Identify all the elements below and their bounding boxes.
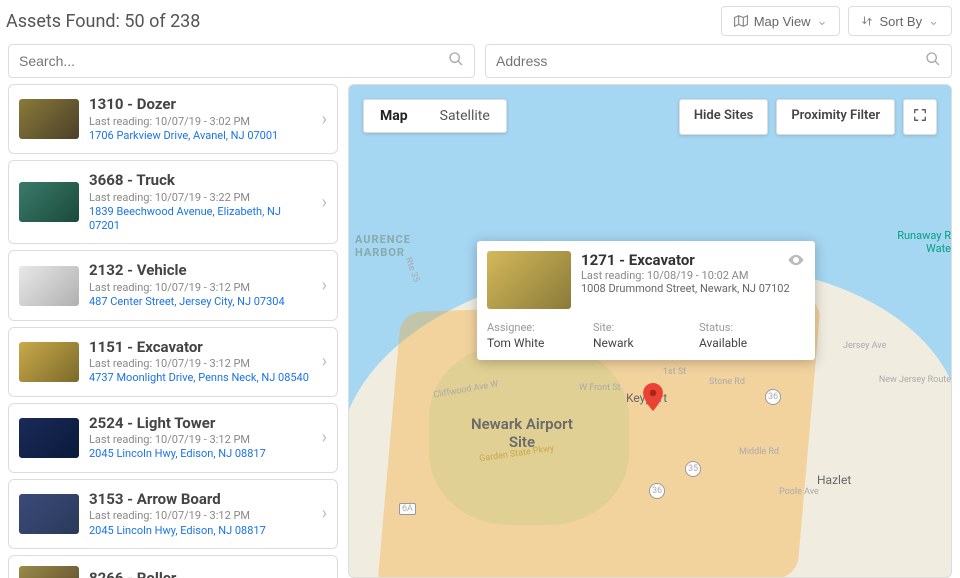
sort-icon [861, 15, 873, 27]
asset-thumbnail [19, 99, 79, 139]
page-title: Assets Found: 50 of 238 [6, 11, 200, 32]
asset-search-box[interactable] [8, 44, 475, 78]
route-shield: 6A [399, 503, 416, 515]
route-shield: 35 [685, 461, 701, 477]
map-label: Runaway R Wate [897, 229, 951, 255]
address-search-box[interactable] [485, 44, 952, 78]
hide-sites-button[interactable]: Hide Sites [679, 99, 768, 135]
asset-card[interactable]: 2524 - Light TowerLast reading: 10/07/19… [8, 403, 338, 473]
site-name-label: Newark Airport Site [471, 415, 573, 451]
sort-by-dropdown[interactable]: Sort By ⌄ [848, 6, 952, 36]
status-label: Status: [699, 321, 805, 334]
asset-card[interactable]: 8266 - RollerLast reading: 10/07/19 - 3:… [8, 555, 338, 578]
search-input[interactable] [19, 53, 448, 69]
proximity-filter-button[interactable]: Proximity Filter [776, 99, 895, 135]
asset-popup: 1271 - Excavator Last reading: 10/08/19 … [477, 241, 815, 360]
asset-reading: Last reading: 10/07/19 - 3:12 PM [89, 509, 312, 523]
map-label: Middle Rd [739, 447, 779, 457]
map-label: Jersey Ave [843, 341, 886, 351]
site-value: Newark [593, 336, 699, 350]
popup-address: 1008 Drummond Street, Newark, NJ 07102 [581, 282, 805, 295]
asset-title: 1310 - Dozer [89, 95, 312, 115]
asset-thumbnail [19, 566, 79, 578]
chevron-right-icon: › [322, 109, 327, 130]
status-value: Available [699, 336, 805, 350]
popup-thumbnail [487, 251, 571, 309]
asset-title: 3668 - Truck [89, 171, 312, 191]
asset-thumbnail [19, 182, 79, 222]
asset-title: 2524 - Light Tower [89, 414, 312, 434]
chevron-right-icon: › [322, 427, 327, 448]
assignee-value: Tom White [487, 336, 593, 350]
map-label: Hazlet [817, 473, 851, 487]
asset-thumbnail [19, 266, 79, 306]
chevron-right-icon: › [322, 192, 327, 213]
address-input[interactable] [496, 53, 925, 69]
asset-address[interactable]: 1839 Beechwood Avenue, Elizabeth, NJ 072… [89, 205, 312, 234]
map-label: W Front St [579, 383, 621, 393]
fullscreen-button[interactable] [903, 99, 937, 135]
chevron-right-icon: › [322, 275, 327, 296]
chevron-down-icon: ⌄ [817, 13, 828, 29]
route-shield: 36 [649, 483, 665, 499]
map-label: Rte 35 [403, 256, 421, 283]
asset-address[interactable]: 2045 Lincoln Hwy, Edison, NJ 08817 [89, 524, 312, 538]
asset-title: 3153 - Arrow Board [89, 490, 312, 510]
chevron-down-icon: ⌄ [928, 13, 939, 29]
asset-title: 8266 - Roller [89, 569, 312, 578]
asset-reading: Last reading: 10/07/19 - 3:12 PM [89, 433, 312, 447]
sort-by-label: Sort By [879, 14, 922, 29]
route-shield: 36 [765, 389, 781, 405]
map-pin[interactable] [643, 383, 663, 411]
eye-icon[interactable] [787, 251, 805, 273]
asset-reading: Last reading: 10/07/19 - 3:22 PM [89, 191, 312, 205]
popup-reading: Last reading: 10/08/19 - 10:02 AM [581, 269, 805, 282]
asset-thumbnail [19, 494, 79, 534]
map-label: New Jersey Route [879, 375, 951, 385]
asset-title: 1151 - Excavator [89, 338, 312, 358]
map-canvas[interactable]: AURENCE HARBOR Keyport Hazlet Runaway R … [348, 84, 952, 578]
asset-card[interactable]: 1151 - ExcavatorLast reading: 10/07/19 -… [8, 327, 338, 397]
asset-card[interactable]: 3668 - TruckLast reading: 10/07/19 - 3:2… [8, 160, 338, 244]
map-icon [734, 14, 748, 28]
asset-list: 1310 - DozerLast reading: 10/07/19 - 3:0… [8, 84, 338, 578]
search-icon [925, 51, 941, 71]
tab-satellite[interactable]: Satellite [424, 100, 506, 132]
map-label: AURENCE HARBOR [355, 233, 411, 259]
asset-card[interactable]: 1310 - DozerLast reading: 10/07/19 - 3:0… [8, 84, 338, 154]
asset-address[interactable]: 2045 Lincoln Hwy, Edison, NJ 08817 [89, 447, 312, 461]
asset-reading: Last reading: 10/07/19 - 3:02 PM [89, 115, 312, 129]
asset-address[interactable]: 487 Center Street, Jersey City, NJ 07304 [89, 295, 312, 309]
search-icon [448, 51, 464, 71]
map-label: 1st St [663, 367, 686, 377]
map-label: Poole Ave [779, 487, 819, 497]
map-view-dropdown[interactable]: Map View ⌄ [721, 6, 841, 36]
chevron-right-icon: › [322, 351, 327, 372]
popup-title: 1271 - Excavator [581, 251, 805, 269]
asset-thumbnail [19, 418, 79, 458]
tab-map[interactable]: Map [364, 100, 424, 132]
map-label: Stone Rd [709, 377, 745, 387]
asset-address[interactable]: 4737 Moonlight Drive, Penns Neck, NJ 085… [89, 371, 312, 385]
map-view-label: Map View [754, 14, 811, 29]
fullscreen-icon [913, 108, 927, 122]
asset-address[interactable]: 1706 Parkview Drive, Avanel, NJ 07001 [89, 129, 312, 143]
chevron-right-icon: › [322, 503, 327, 524]
asset-reading: Last reading: 10/07/19 - 3:12 PM [89, 357, 312, 371]
asset-reading: Last reading: 10/07/19 - 3:12 PM [89, 281, 312, 295]
assignee-label: Assignee: [487, 321, 593, 334]
asset-card[interactable]: 2132 - VehicleLast reading: 10/07/19 - 3… [8, 250, 338, 320]
map-type-tabs: Map Satellite [363, 99, 507, 133]
asset-thumbnail [19, 342, 79, 382]
asset-title: 2132 - Vehicle [89, 261, 312, 281]
asset-card[interactable]: 3153 - Arrow BoardLast reading: 10/07/19… [8, 479, 338, 549]
site-label: Site: [593, 321, 699, 334]
